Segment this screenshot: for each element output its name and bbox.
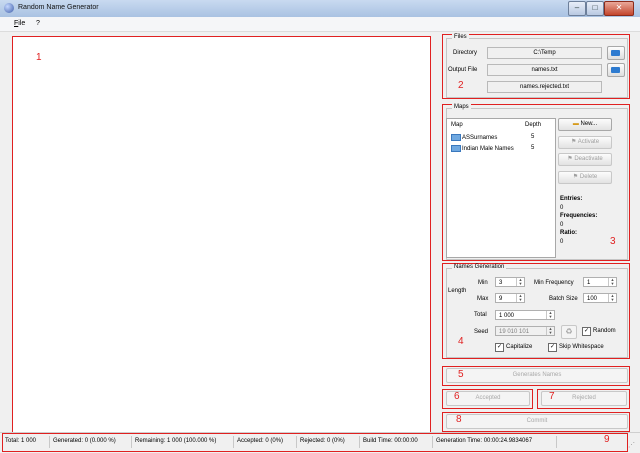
output-file-field[interactable]: names.txt: [487, 64, 602, 76]
folder-icon: [611, 50, 620, 56]
map-depth: 5: [531, 134, 535, 140]
list-item[interactable]: Indian Male Names: [451, 145, 514, 152]
annotation-7: 7: [549, 391, 555, 402]
spin-arrows-icon[interactable]: ▲ ▼: [546, 327, 554, 335]
map-name: ASSurnames: [462, 135, 498, 142]
map-folder-icon: [451, 145, 461, 152]
output-text-area[interactable]: [12, 36, 431, 440]
delete-button[interactable]: ⚑ Delete: [558, 171, 612, 184]
menu-file[interactable]: File: [14, 20, 25, 27]
activate-button[interactable]: ⚑ Activate: [558, 136, 612, 149]
close-icon[interactable]: ✕: [604, 1, 634, 16]
files-group-title: Files: [452, 34, 469, 40]
max-length-stepper[interactable]: 9 ▲ ▼: [495, 293, 525, 303]
total-value: 1 000: [499, 313, 515, 319]
flag-icon: ⚑: [570, 139, 577, 145]
main-window: Random Name Generator – □ ✕ File ? 1 Fil…: [0, 0, 640, 453]
annotation-8: 8: [456, 414, 462, 425]
directory-label: Directory: [453, 50, 478, 56]
spin-arrows-icon[interactable]: ▲ ▼: [608, 294, 616, 302]
annotation-5: 5: [458, 369, 464, 380]
commit-button[interactable]: Commit: [446, 414, 628, 429]
maps-list[interactable]: Map Depth ASSurnames 5 Indian Male Names…: [446, 118, 556, 258]
min-length-stepper[interactable]: 3 ▲ ▼: [495, 277, 525, 287]
annotation-1: 1: [36, 52, 42, 63]
new-folder-icon: ▬: [572, 121, 579, 127]
app-icon: [4, 3, 14, 13]
status-region: [2, 433, 628, 452]
spin-arrows-icon[interactable]: ▲ ▼: [516, 278, 524, 286]
min-frequency-value: 1: [587, 280, 591, 286]
deactivate-button[interactable]: ⚑ Deactivate: [558, 153, 612, 166]
maps-col-depth: Depth: [525, 122, 542, 128]
rejected-file-field[interactable]: names.rejected.txt: [487, 81, 602, 93]
skip-whitespace-label: Skip Whitespace: [559, 344, 604, 350]
directory-field[interactable]: C:\Temp: [487, 47, 602, 59]
maps-col-map: Map: [451, 122, 463, 128]
minimize-icon[interactable]: –: [568, 1, 586, 16]
map-name: Indian Male Names: [462, 146, 514, 153]
min-label: Min: [478, 280, 488, 286]
folder-icon: [611, 67, 620, 73]
new-map-button[interactable]: ▬ New...: [558, 118, 612, 131]
maps-group-title: Maps: [452, 104, 471, 110]
min-frequency-stepper[interactable]: 1 ▲ ▼: [583, 277, 617, 287]
spin-arrows-icon[interactable]: ▲ ▼: [516, 294, 524, 302]
annotation-2: 2: [458, 80, 464, 91]
map-depth: 5: [531, 145, 535, 151]
seed-label: Seed: [474, 329, 489, 335]
entries-value: 0: [560, 205, 564, 211]
flag-icon: ⚑: [567, 156, 573, 162]
maximize-icon[interactable]: □: [586, 1, 604, 16]
menu-help[interactable]: ?: [36, 20, 40, 27]
skip-whitespace-checkbox[interactable]: ✓: [548, 343, 557, 352]
capitalize-checkbox[interactable]: ✓: [495, 343, 504, 352]
annotation-4: 4: [458, 336, 464, 347]
activate-label: Activate: [577, 139, 600, 145]
output-file-label: Output File: [448, 67, 478, 73]
spin-arrows-icon[interactable]: ▲ ▼: [608, 278, 616, 286]
capitalize-label: Capitalize: [506, 344, 533, 350]
menu-bar: File ?: [0, 17, 640, 32]
min-frequency-label: Min Frequency: [534, 280, 574, 286]
batch-size-label: Batch Size: [549, 296, 578, 302]
batch-size-stepper[interactable]: 100 ▲ ▼: [583, 293, 617, 303]
browse-directory-button[interactable]: [607, 46, 625, 60]
browse-output-button[interactable]: [607, 63, 625, 77]
total-label: Total: [474, 312, 487, 318]
min-length-value: 3: [499, 280, 503, 286]
length-label: Length: [448, 288, 467, 294]
window-title: Random Name Generator: [18, 4, 99, 11]
map-folder-icon: [451, 134, 461, 141]
new-map-label: New...: [580, 121, 598, 127]
generation-group-title: Names Generation: [452, 264, 507, 270]
seed-stepper[interactable]: 19 010 101 ▲ ▼: [495, 326, 555, 336]
random-checkbox[interactable]: ✓: [582, 327, 591, 336]
generate-names-button[interactable]: Generates Names: [446, 368, 628, 383]
annotation-3: 3: [610, 236, 616, 247]
max-length-value: 9: [499, 296, 503, 302]
delete-label: Delete: [579, 174, 598, 180]
frequencies-label: Frequencies:: [560, 213, 598, 219]
max-label: Max: [477, 296, 489, 302]
random-label: Random: [593, 328, 616, 334]
refresh-seed-icon[interactable]: ♻: [561, 325, 577, 339]
seed-value: 19 010 101: [499, 329, 530, 335]
batch-size-value: 100: [587, 296, 598, 302]
total-stepper[interactable]: 1 000 ▲ ▼: [495, 310, 555, 320]
list-item[interactable]: ASSurnames: [451, 134, 497, 141]
annotation-6: 6: [454, 391, 460, 402]
ratio-label: Ratio:: [560, 230, 577, 236]
frequencies-value: 0: [560, 222, 564, 228]
ratio-value: 0: [560, 239, 564, 245]
flag-icon: ⚑: [572, 174, 579, 180]
title-bar: Random Name Generator – □ ✕: [0, 0, 640, 18]
spin-arrows-icon[interactable]: ▲ ▼: [546, 311, 554, 319]
deactivate-label: Deactivate: [574, 156, 603, 162]
resize-grip-icon[interactable]: ⋰: [628, 441, 635, 449]
entries-label: Entries:: [560, 196, 583, 202]
